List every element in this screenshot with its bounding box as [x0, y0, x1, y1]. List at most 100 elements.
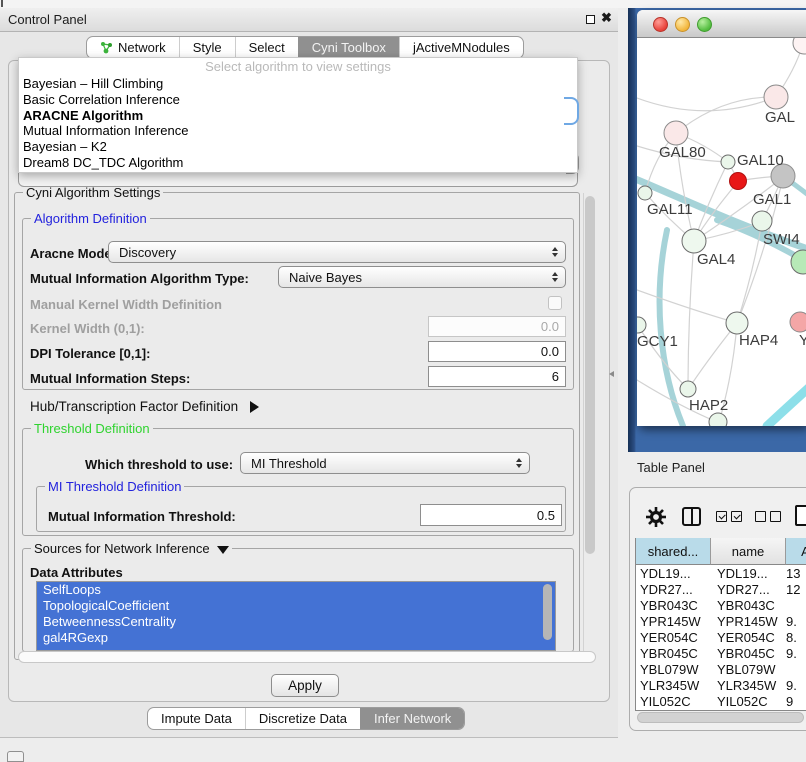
mi-steps-label: Mutual Information Steps: [30, 371, 190, 386]
float-window-icon[interactable] [586, 15, 595, 24]
data-attributes-label: Data Attributes [30, 565, 123, 580]
network-node[interactable] [752, 211, 772, 231]
table-cell: 12 [783, 582, 800, 597]
network-edge[interactable] [637, 290, 737, 323]
table-cell: 8. [783, 630, 797, 645]
tab-infer-network[interactable]: Infer Network [360, 708, 464, 729]
settings-scrollbar-thumb[interactable] [585, 196, 595, 554]
document-icon[interactable] [795, 505, 806, 526]
mac-minimize-icon[interactable] [675, 17, 690, 32]
which-threshold-combobox[interactable]: MI Threshold [240, 452, 530, 474]
mac-zoom-icon[interactable] [697, 17, 712, 32]
table-cell: YIL052C [711, 694, 783, 709]
deselect-all-checks-icon[interactable] [755, 511, 781, 522]
data-attributes-list[interactable]: SelfLoopsTopologicalCoefficientBetweenne… [36, 581, 556, 651]
table-row[interactable]: YER054CYER054C8. [636, 629, 806, 645]
dropdown-option[interactable]: Dream8 DC_TDC Algorithm [19, 155, 577, 171]
close-icon[interactable]: ✖ [601, 10, 612, 26]
network-node[interactable] [682, 229, 706, 253]
attribute-item[interactable]: SelfLoops [37, 582, 555, 598]
settings-horizontal-scrollbar[interactable] [18, 651, 596, 663]
tab-label: Select [249, 40, 285, 55]
table-row[interactable]: YLR345WYLR345W9. [636, 677, 806, 693]
gear-icon[interactable] [646, 507, 666, 527]
network-edge[interactable] [688, 241, 694, 389]
tab-select[interactable]: Select [235, 37, 298, 58]
split-view-icon[interactable] [682, 507, 701, 526]
table-cell: 9. [783, 678, 797, 693]
network-node-label: GAL [765, 109, 795, 126]
minimized-panel-icon[interactable] [7, 751, 24, 762]
network-node[interactable] [764, 85, 788, 109]
tab-cyni-toolbox[interactable]: Cyni Toolbox [298, 37, 399, 58]
mi-steps-field[interactable]: 6 [428, 366, 566, 387]
table-row[interactable]: YDL19...YDL19...13 [636, 565, 806, 581]
table-row[interactable]: YDR27...YDR27...12 [636, 581, 806, 597]
network-node-label: GAL1 [753, 191, 791, 208]
network-node-label: HAP2 [689, 397, 728, 414]
table-cell: YBR043C [711, 598, 783, 613]
tab-discretize-data[interactable]: Discretize Data [245, 708, 360, 729]
table-row[interactable]: YBR043CYBR043C [636, 597, 806, 613]
column-header-partial[interactable]: A [786, 538, 806, 565]
aracne-mode-combobox[interactable]: Discovery [108, 241, 566, 263]
table-row[interactable]: YBR045CYBR045C9. [636, 645, 806, 661]
column-header-shared-name[interactable]: shared... [636, 538, 711, 565]
network-node[interactable] [793, 38, 806, 54]
dropdown-option[interactable]: Mutual Information Inference [19, 123, 577, 139]
tab-network[interactable]: Network [87, 37, 179, 58]
splitter-grip-icon[interactable] [609, 369, 615, 378]
cyni-bottom-tabbar: Impute DataDiscretize DataInfer Network [147, 707, 465, 730]
table-cell: YER054C [636, 630, 711, 645]
column-header-name[interactable]: name [711, 538, 786, 565]
mi-type-combobox[interactable]: Naive Bayes [278, 266, 566, 288]
expand-arrow-icon[interactable] [250, 401, 259, 413]
mac-close-icon[interactable] [653, 17, 668, 32]
algorithm-dropdown: Select algorithm to view settings Bayesi… [18, 57, 578, 173]
tab-style[interactable]: Style [179, 37, 235, 58]
attribute-item[interactable]: gal4RGexp [37, 630, 555, 646]
network-node-label: SWI4 [763, 231, 800, 248]
network-node-label: GAL4 [697, 251, 735, 268]
table-row[interactable]: YPR145WYPR145W9. [636, 613, 806, 629]
table-panel-title: Table Panel [637, 460, 705, 475]
dropdown-header: Select algorithm to view settings [19, 58, 577, 76]
dpi-tolerance-field[interactable]: 0.0 [428, 341, 566, 362]
network-node[interactable] [638, 186, 652, 200]
select-all-checks-icon[interactable] [716, 511, 742, 522]
table-row[interactable]: YBL079WYBL079W [636, 661, 806, 677]
attribute-item[interactable]: BetweennessCentrality [37, 614, 555, 630]
network-edge[interactable] [660, 230, 683, 426]
hub-section-label[interactable]: Hub/Transcription Factor Definition [30, 399, 259, 414]
network-node[interactable] [680, 381, 696, 397]
network-edge[interactable] [767, 384, 806, 426]
network-node[interactable] [721, 155, 735, 169]
apply-button[interactable]: Apply [271, 674, 339, 697]
table-cell: YDL19... [711, 566, 783, 581]
table-horizontal-scrollbar[interactable] [637, 712, 804, 723]
network-node[interactable] [637, 317, 646, 333]
manual-kernel-label: Manual Kernel Width Definition [30, 297, 222, 312]
network-node[interactable] [664, 121, 688, 145]
dropdown-option[interactable]: Basic Correlation Inference [19, 92, 577, 108]
dropdown-option[interactable]: ARACNE Algorithm [19, 108, 577, 124]
tab-jactivemnodules[interactable]: jActiveMNodules [399, 37, 523, 58]
tab-label: Network [118, 40, 166, 55]
network-node[interactable] [790, 312, 806, 332]
dropdown-option[interactable]: Bayesian – K2 [19, 139, 577, 155]
network-node[interactable] [709, 413, 727, 426]
mi-threshold-field[interactable]: 0.5 [420, 504, 562, 526]
table-row[interactable]: YIL052CYIL052C9 [636, 693, 806, 709]
network-node[interactable] [730, 173, 747, 190]
dropdown-option[interactable]: Bayesian – Hill Climbing [19, 76, 577, 92]
attributes-scrollbar-thumb[interactable] [543, 584, 552, 640]
sources-title[interactable]: Sources for Network Inference [31, 541, 232, 556]
network-edge[interactable] [637, 97, 776, 111]
tab-impute-data[interactable]: Impute Data [148, 708, 245, 729]
network-canvas[interactable]: GALGAL80GAL10GAL1GAL11SWI4GAL4GCY1HAP4YH… [637, 38, 806, 426]
desktop-top-strip [0, 0, 806, 8]
table-body: YDL19...YDL19...13YDR27...YDR27...12YBR0… [636, 565, 806, 710]
attribute-item[interactable]: TopologicalCoefficient [37, 598, 555, 614]
collapse-arrow-icon[interactable] [217, 546, 229, 554]
network-node[interactable] [726, 312, 748, 334]
